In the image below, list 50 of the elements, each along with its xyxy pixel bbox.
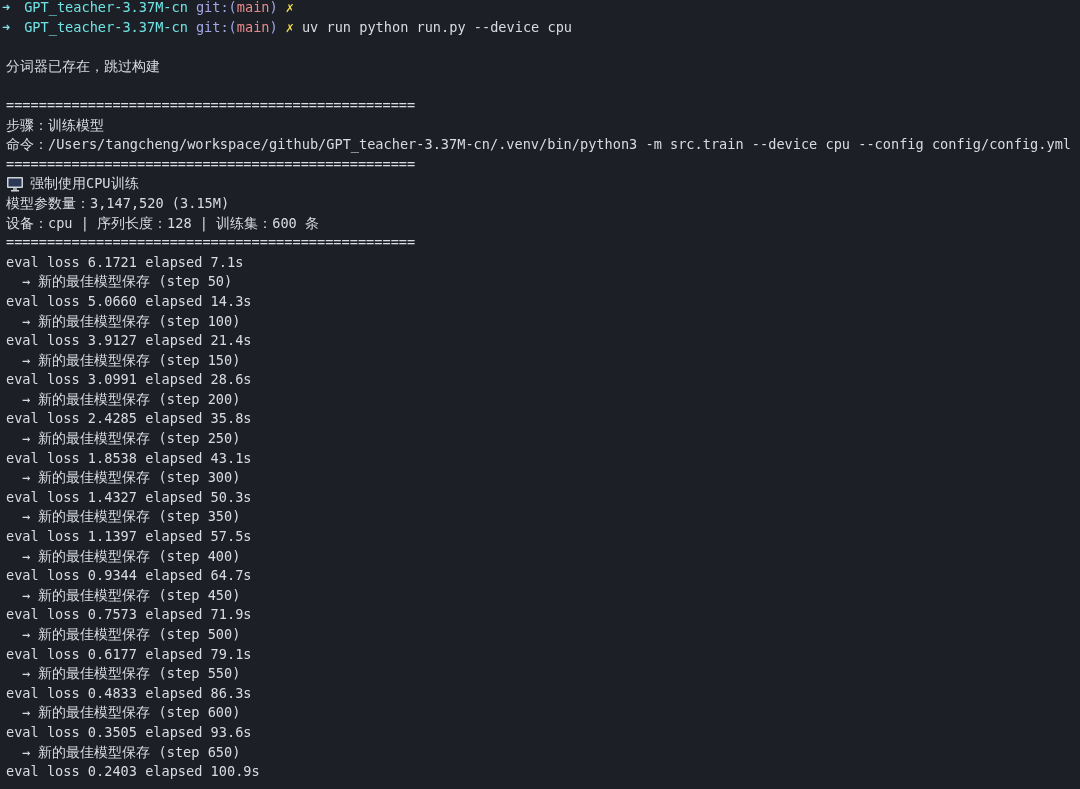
dirty-mark: ✗ [285, 17, 294, 37]
prompt-arrow: ➜ [2, 0, 11, 17]
output-line: → 新的最佳模型保存 (step 550) [22, 664, 241, 684]
output-line: 模型参数量：3,147,520 (3.15M) [6, 193, 230, 213]
output-line: → 新的最佳模型保存 (step 300) [22, 468, 241, 488]
output-line: eval loss 3.0991 elapsed 28.6s [6, 370, 252, 390]
output-line: ================================================== [6, 154, 416, 174]
output-line: 强制使用CPU训练 [30, 174, 139, 194]
command-text: uv run python run.py --device cpu [301, 17, 572, 37]
output-line: ================================================== [6, 233, 416, 253]
output-line: eval loss 5.0660 elapsed 14.3s [6, 291, 252, 311]
branch-name: main [236, 17, 270, 37]
output-line: → 新的最佳模型保存 (step 450) [22, 585, 241, 605]
output-line: → 新的最佳模型保存 (step 150) [22, 350, 241, 370]
output-line: eval loss 0.6177 elapsed 79.1s [6, 644, 252, 664]
directory-name: GPT_teacher-3.37M-cn [24, 17, 188, 38]
git-label: git:( [195, 0, 237, 17]
monitor-icon [6, 176, 24, 193]
output-line: eval loss 0.3505 elapsed 93.6s [6, 722, 252, 742]
output-line: → 新的最佳模型保存 (step 100) [22, 311, 241, 331]
output-line: eval loss 0.9344 elapsed 64.7s [6, 566, 252, 586]
output-line: 分词器已存在，跳过构建 [6, 56, 160, 76]
output-line: eval loss 0.2403 elapsed 100.9s [6, 762, 260, 782]
output-line: eval loss 1.4327 elapsed 50.3s [6, 487, 252, 507]
output-line: → 新的最佳模型保存 (step 500) [22, 625, 241, 644]
output-line: 步骤：训练模型 [6, 115, 104, 135]
output-line: → 新的最佳模型保存 (step 600) [22, 703, 241, 723]
output-line: eval loss 1.1397 elapsed 57.5s [6, 527, 252, 547]
output-line: → 新的最佳模型保存 (step 200) [22, 389, 241, 409]
git-label: ) [269, 0, 278, 17]
output-line: eval loss 3.9127 elapsed 21.4s [6, 331, 252, 351]
branch-name: main [236, 0, 270, 17]
output-line: ================================================== [6, 95, 416, 115]
git-label: ) [269, 17, 278, 37]
output-line: eval loss 2.4285 elapsed 35.8s [6, 409, 252, 429]
prompt-arrow: ➜ [2, 17, 11, 37]
output-line: → 新的最佳模型保存 (step 400) [22, 546, 241, 566]
output-line: → 新的最佳模型保存 (step 250) [22, 429, 241, 449]
directory-name: GPT_teacher-3.37M-cn [24, 0, 188, 18]
output-line: 设备：cpu | 序列长度：128 | 训练集：600 条 [6, 213, 319, 234]
git-label: git:( [195, 17, 237, 37]
output-line: eval loss 0.7573 elapsed 71.9s [6, 605, 252, 625]
output-line: 命令：/Users/tangcheng/workspace/github/GPT_teacher-3.37M-cn/.venv/bin/python3 -m src.train --device cpu --config config/config.yml [6, 135, 1072, 155]
output-line: eval loss 6.1721 elapsed 7.1s [6, 252, 244, 272]
dirty-mark: ✗ [285, 0, 294, 17]
output-line: eval loss 0.4833 elapsed 86.3s [6, 683, 252, 703]
output-line: → 新的最佳模型保存 (step 650) [22, 742, 241, 762]
output-line: → 新的最佳模型保存 (step 50) [22, 272, 233, 292]
output-line: → 新的最佳模型保存 (step 350) [22, 507, 241, 527]
output-line: eval loss 1.8538 elapsed 43.1s [6, 448, 252, 468]
